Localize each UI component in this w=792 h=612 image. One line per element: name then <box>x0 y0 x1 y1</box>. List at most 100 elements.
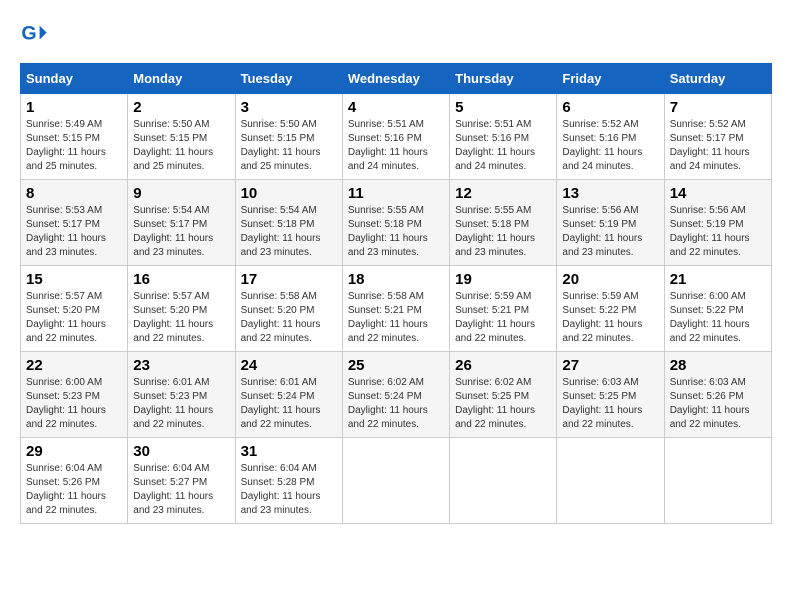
day-number: 1 <box>26 99 122 116</box>
day-info: Sunrise: 6:02 AM Sunset: 5:24 PM Dayligh… <box>348 377 428 430</box>
day-number: 3 <box>241 99 337 116</box>
day-cell: 4 Sunrise: 5:51 AM Sunset: 5:16 PM Daylig… <box>342 94 449 180</box>
day-cell: 15Sunrise: 5:57 AM Sunset: 5:20 PM Dayli… <box>21 266 128 352</box>
day-info: Sunrise: 5:59 AM Sunset: 5:21 PM Dayligh… <box>455 291 535 344</box>
logo: G <box>20 20 50 48</box>
day-number: 15 <box>26 271 122 288</box>
day-number: 22 <box>26 357 122 374</box>
day-info: Sunrise: 6:04 AM Sunset: 5:26 PM Dayligh… <box>26 463 106 516</box>
day-cell: 12Sunrise: 5:55 AM Sunset: 5:18 PM Dayli… <box>450 180 557 266</box>
day-info: Sunrise: 5:55 AM Sunset: 5:18 PM Dayligh… <box>455 205 535 258</box>
day-cell: 9 Sunrise: 5:54 AM Sunset: 5:17 PM Daylig… <box>128 180 235 266</box>
day-info: Sunrise: 5:51 AM Sunset: 5:16 PM Dayligh… <box>348 119 428 172</box>
week-row-3: 15 Sunrise: 5:57 AM Sunset: 5:20 PM Dayli… <box>21 266 772 352</box>
day-info: Sunrise: 5:52 AM Sunset: 5:16 PM Dayligh… <box>562 119 642 172</box>
day-number: 4 <box>348 99 444 116</box>
day-cell <box>557 438 664 524</box>
day-number: 14 <box>670 185 766 202</box>
day-cell: 31Sunrise: 6:04 AM Sunset: 5:28 PM Dayli… <box>235 438 342 524</box>
day-cell: 25 Sunrise: 6:02 AM Sunset: 5:24 PM Dayli… <box>342 352 449 438</box>
day-cell: 27Sunrise: 6:03 AM Sunset: 5:25 PM Dayli… <box>557 352 664 438</box>
day-info: Sunrise: 5:56 AM Sunset: 5:19 PM Dayligh… <box>562 205 642 258</box>
day-number: 11 <box>348 185 444 202</box>
day-cell: 19 Sunrise: 5:59 AM Sunset: 5:21 PM Dayli… <box>450 266 557 352</box>
day-cell <box>342 438 449 524</box>
day-cell: 11 Sunrise: 5:55 AM Sunset: 5:18 PM Dayli… <box>342 180 449 266</box>
day-info: Sunrise: 5:50 AM Sunset: 5:15 PM Dayligh… <box>133 119 213 172</box>
day-cell <box>664 438 771 524</box>
day-info: Sunrise: 5:54 AM Sunset: 5:18 PM Dayligh… <box>241 205 321 258</box>
week-row-1: 1 Sunrise: 5:49 AM Sunset: 5:15 PM Daylig… <box>21 94 772 180</box>
day-number: 19 <box>455 271 551 288</box>
day-number: 27 <box>562 357 658 374</box>
day-cell: 23Sunrise: 6:01 AM Sunset: 5:23 PM Dayli… <box>128 352 235 438</box>
day-cell: 22 Sunrise: 6:00 AM Sunset: 5:23 PM Dayli… <box>21 352 128 438</box>
calendar-table: SundayMondayTuesdayWednesdayThursdayFrid… <box>20 63 772 524</box>
day-cell <box>450 438 557 524</box>
day-info: Sunrise: 6:00 AM Sunset: 5:22 PM Dayligh… <box>670 291 750 344</box>
day-info: Sunrise: 6:00 AM Sunset: 5:23 PM Dayligh… <box>26 377 106 430</box>
day-info: Sunrise: 6:03 AM Sunset: 5:26 PM Dayligh… <box>670 377 750 430</box>
day-number: 18 <box>348 271 444 288</box>
day-info: Sunrise: 6:02 AM Sunset: 5:25 PM Dayligh… <box>455 377 535 430</box>
day-cell: 8 Sunrise: 5:53 AM Sunset: 5:17 PM Daylig… <box>21 180 128 266</box>
day-number: 24 <box>241 357 337 374</box>
day-info: Sunrise: 5:51 AM Sunset: 5:16 PM Dayligh… <box>455 119 535 172</box>
day-info: Sunrise: 5:52 AM Sunset: 5:17 PM Dayligh… <box>670 119 750 172</box>
day-info: Sunrise: 6:04 AM Sunset: 5:27 PM Dayligh… <box>133 463 213 516</box>
day-number: 17 <box>241 271 337 288</box>
day-cell: 6 Sunrise: 5:52 AM Sunset: 5:16 PM Daylig… <box>557 94 664 180</box>
day-info: Sunrise: 6:04 AM Sunset: 5:28 PM Dayligh… <box>241 463 321 516</box>
day-info: Sunrise: 6:01 AM Sunset: 5:23 PM Dayligh… <box>133 377 213 430</box>
day-number: 16 <box>133 271 229 288</box>
col-header-thursday: Thursday <box>450 64 557 94</box>
day-info: Sunrise: 5:57 AM Sunset: 5:20 PM Dayligh… <box>133 291 213 344</box>
day-info: Sunrise: 5:58 AM Sunset: 5:21 PM Dayligh… <box>348 291 428 344</box>
day-info: Sunrise: 5:49 AM Sunset: 5:15 PM Dayligh… <box>26 119 106 172</box>
header: G <box>20 20 772 48</box>
col-header-sunday: Sunday <box>21 64 128 94</box>
week-row-4: 22 Sunrise: 6:00 AM Sunset: 5:23 PM Dayli… <box>21 352 772 438</box>
day-number: 5 <box>455 99 551 116</box>
col-header-tuesday: Tuesday <box>235 64 342 94</box>
day-cell: 1 Sunrise: 5:49 AM Sunset: 5:15 PM Daylig… <box>21 94 128 180</box>
day-cell: 17 Sunrise: 5:58 AM Sunset: 5:20 PM Dayli… <box>235 266 342 352</box>
col-header-monday: Monday <box>128 64 235 94</box>
day-cell: 26 Sunrise: 6:02 AM Sunset: 5:25 PM Dayli… <box>450 352 557 438</box>
day-info: Sunrise: 6:01 AM Sunset: 5:24 PM Dayligh… <box>241 377 321 430</box>
logo-icon: G <box>20 20 48 48</box>
day-cell: 28 Sunrise: 6:03 AM Sunset: 5:26 PM Dayli… <box>664 352 771 438</box>
day-cell: 30Sunrise: 6:04 AM Sunset: 5:27 PM Dayli… <box>128 438 235 524</box>
day-cell: 24 Sunrise: 6:01 AM Sunset: 5:24 PM Dayli… <box>235 352 342 438</box>
day-cell: 13Sunrise: 5:56 AM Sunset: 5:19 PM Dayli… <box>557 180 664 266</box>
day-number: 10 <box>241 185 337 202</box>
day-number: 8 <box>26 185 122 202</box>
day-cell: 2 Sunrise: 5:50 AM Sunset: 5:15 PM Daylig… <box>128 94 235 180</box>
day-cell: 7 Sunrise: 5:52 AM Sunset: 5:17 PM Daylig… <box>664 94 771 180</box>
header-row: SundayMondayTuesdayWednesdayThursdayFrid… <box>21 64 772 94</box>
day-cell: 5 Sunrise: 5:51 AM Sunset: 5:16 PM Daylig… <box>450 94 557 180</box>
day-cell: 18 Sunrise: 5:58 AM Sunset: 5:21 PM Dayli… <box>342 266 449 352</box>
day-cell: 21 Sunrise: 6:00 AM Sunset: 5:22 PM Dayli… <box>664 266 771 352</box>
day-number: 29 <box>26 443 122 460</box>
day-info: Sunrise: 5:58 AM Sunset: 5:20 PM Dayligh… <box>241 291 321 344</box>
day-number: 21 <box>670 271 766 288</box>
day-info: Sunrise: 5:55 AM Sunset: 5:18 PM Dayligh… <box>348 205 428 258</box>
day-number: 2 <box>133 99 229 116</box>
day-number: 9 <box>133 185 229 202</box>
day-number: 6 <box>562 99 658 116</box>
day-number: 20 <box>562 271 658 288</box>
day-info: Sunrise: 5:50 AM Sunset: 5:15 PM Dayligh… <box>241 119 321 172</box>
col-header-saturday: Saturday <box>664 64 771 94</box>
day-number: 26 <box>455 357 551 374</box>
col-header-wednesday: Wednesday <box>342 64 449 94</box>
day-cell: 20Sunrise: 5:59 AM Sunset: 5:22 PM Dayli… <box>557 266 664 352</box>
svg-text:G: G <box>21 23 36 45</box>
day-number: 28 <box>670 357 766 374</box>
day-number: 7 <box>670 99 766 116</box>
day-info: Sunrise: 5:53 AM Sunset: 5:17 PM Dayligh… <box>26 205 106 258</box>
col-header-friday: Friday <box>557 64 664 94</box>
day-cell: 10 Sunrise: 5:54 AM Sunset: 5:18 PM Dayli… <box>235 180 342 266</box>
day-number: 25 <box>348 357 444 374</box>
day-info: Sunrise: 5:54 AM Sunset: 5:17 PM Dayligh… <box>133 205 213 258</box>
